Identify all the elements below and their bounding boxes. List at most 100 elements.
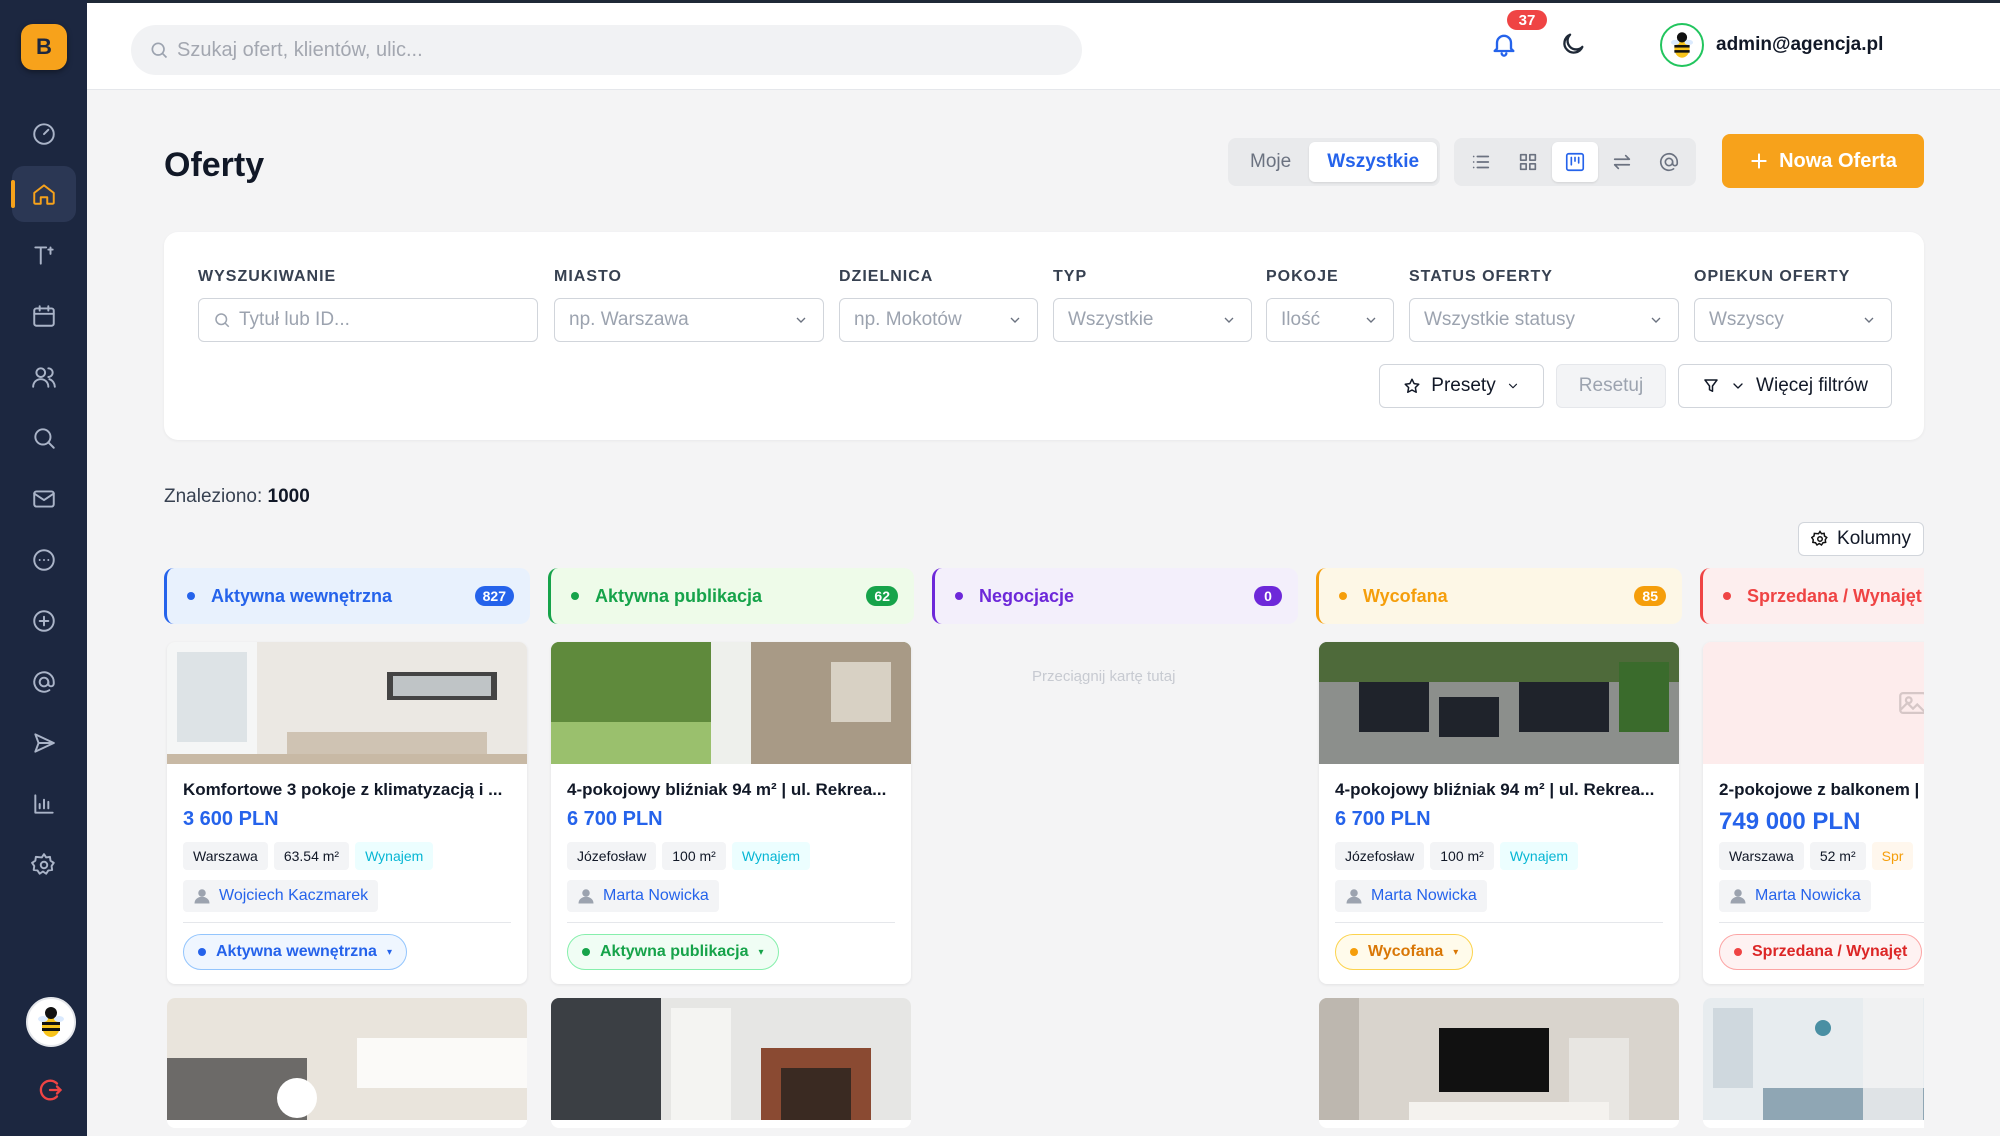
- column-title: Aktywna wewnętrzna: [211, 585, 393, 606]
- view-threads-button[interactable]: [1645, 142, 1692, 182]
- offer-status-dropdown[interactable]: Aktywna wewnętrzna ▾: [183, 934, 407, 970]
- status-dot: [187, 592, 195, 600]
- offer-card[interactable]: [167, 998, 527, 1128]
- status-dot: [955, 592, 963, 600]
- sidebar-item-search[interactable]: [12, 410, 76, 466]
- sidebar-item-offers[interactable]: [11, 166, 76, 222]
- filter-district-placeholder: np. Mokotów: [854, 309, 962, 330]
- user-avatar: [1660, 23, 1704, 67]
- view-compare-button[interactable]: [1598, 142, 1645, 182]
- offer-card[interactable]: [1319, 998, 1679, 1128]
- offer-title: 4-pokojowy bliźniak 94 m² | ul. Rekrea..…: [1335, 780, 1655, 799]
- star-icon: [1404, 378, 1420, 393]
- offer-card[interactable]: [1703, 998, 1924, 1128]
- offer-status-dropdown[interactable]: Sprzedana / Wynajęt: [1719, 934, 1923, 970]
- global-search-input[interactable]: [177, 38, 1057, 62]
- offer-type-tag: Wynajem: [731, 842, 811, 870]
- offer-card[interactable]: 4-pokojowy bliźniak 94 m² | ul. Rekrea..…: [1319, 642, 1679, 984]
- more-filters-button[interactable]: Więcej filtrów: [1678, 364, 1892, 408]
- offer-photo: [1319, 998, 1679, 1120]
- filter-rooms-label: POKOJE: [1266, 268, 1339, 285]
- sidebar-item-clients[interactable]: [12, 349, 76, 405]
- column-header-withdrawn[interactable]: Wycofana 85: [1316, 568, 1682, 624]
- offer-card[interactable]: Komfortowe 3 pokoje z klimatyzacją i ...…: [167, 642, 527, 984]
- filter-district-label: DZIELNICA: [839, 268, 934, 285]
- view-grid-button[interactable]: [1505, 142, 1552, 182]
- card-divider: [1335, 922, 1663, 923]
- view-list-button[interactable]: [1458, 142, 1505, 182]
- scope-all-button[interactable]: Wszystkie: [1309, 142, 1438, 182]
- filter-type-select[interactable]: Wszystkie: [1053, 298, 1252, 342]
- column-header-sold[interactable]: Sprzedana / Wynajęt: [1700, 568, 1924, 624]
- sidebar-item-settings[interactable]: [12, 837, 76, 893]
- filter-district-select[interactable]: np. Mokotów: [839, 298, 1038, 342]
- offer-agent[interactable]: Marta Nowicka: [1719, 880, 1871, 912]
- offer-status-dropdown[interactable]: Wycofana ▾: [1335, 934, 1474, 970]
- sidebar-item-typography[interactable]: [12, 227, 76, 283]
- column-title: Aktywna publikacja: [595, 585, 763, 606]
- search-icon: [151, 42, 168, 59]
- offer-agent-name: Marta Nowicka: [603, 887, 709, 904]
- column-header-active-publication[interactable]: Aktywna publikacja 62: [548, 568, 914, 624]
- offer-area-tag: 63.54 m²: [273, 842, 350, 870]
- card-divider: [567, 922, 895, 923]
- calendar-icon: [33, 305, 55, 327]
- sidebar-item-chat[interactable]: [12, 532, 76, 588]
- filter-city-select[interactable]: np. Warszawa: [554, 298, 824, 342]
- logout-icon: [39, 1079, 63, 1101]
- offer-photo: [167, 642, 527, 764]
- offer-agent[interactable]: Wojciech Kaczmarek: [183, 880, 379, 912]
- offer-card[interactable]: 4-pokojowy bliźniak 94 m² | ul. Rekrea..…: [551, 642, 911, 984]
- column-count-badge: 85: [1634, 586, 1666, 606]
- filter-rooms-select[interactable]: Ilość: [1266, 298, 1394, 342]
- offer-status-dropdown[interactable]: Aktywna publikacja ▾: [567, 934, 779, 970]
- filter-status-select[interactable]: Wszystkie statusy: [1409, 298, 1679, 342]
- global-search[interactable]: [131, 25, 1082, 75]
- new-offer-button[interactable]: Nowa Oferta: [1722, 134, 1924, 188]
- app-logo[interactable]: B: [21, 24, 67, 70]
- offer-status-label: Aktywna publikacja: [600, 943, 749, 960]
- filter-icon: [1704, 379, 1718, 392]
- offer-title: Komfortowe 3 pokoje z klimatyzacją i ...: [183, 780, 503, 799]
- presets-button[interactable]: Presety: [1379, 364, 1544, 408]
- sidebar-item-calendar[interactable]: [12, 288, 76, 344]
- sidebar-item-threads[interactable]: [12, 654, 76, 710]
- column-title: Wycofana: [1363, 585, 1448, 606]
- chevron-down-icon: [1733, 383, 1743, 389]
- chevron-down-icon: [1508, 383, 1517, 389]
- card-divider: [1719, 922, 1924, 923]
- column-count-badge: 62: [866, 586, 898, 606]
- grid-icon: [1520, 153, 1537, 171]
- sidebar-item-mail[interactable]: [12, 471, 76, 527]
- sidebar-item-add[interactable]: [12, 593, 76, 649]
- theme-toggle-button[interactable]: [1559, 30, 1591, 62]
- filter-search-input[interactable]: Tytuł lub ID...: [198, 298, 538, 342]
- status-dot: [582, 948, 590, 956]
- offer-card[interactable]: 2-pokojowe z balkonem | Wola 749 000 PLN…: [1703, 642, 1924, 984]
- reset-button[interactable]: Resetuj: [1556, 364, 1666, 408]
- columns-button[interactable]: Kolumny: [1798, 522, 1924, 556]
- offer-agent[interactable]: Marta Nowicka: [567, 880, 719, 912]
- user-icon: [194, 889, 210, 904]
- sidebar-item-dashboard[interactable]: [12, 105, 76, 161]
- offer-card[interactable]: [551, 998, 911, 1128]
- column-header-negotiations[interactable]: Negocjacje 0: [932, 568, 1298, 624]
- at-icon: [1659, 152, 1678, 172]
- filter-owner-value: Wszyscy: [1709, 309, 1784, 330]
- view-kanban-button[interactable]: [1551, 142, 1599, 182]
- offer-agent[interactable]: Marta Nowicka: [1335, 880, 1487, 912]
- user-menu[interactable]: admin@agencja.pl: [1660, 22, 1883, 68]
- filter-status-label: STATUS OFERTY: [1409, 268, 1553, 285]
- status-dot: [1734, 948, 1742, 956]
- scope-mine-button[interactable]: Moje: [1232, 142, 1309, 182]
- plus-icon: [1751, 153, 1767, 169]
- status-dot: [198, 948, 206, 956]
- notifications-button[interactable]: [1490, 30, 1522, 62]
- sidebar-item-send[interactable]: [12, 715, 76, 771]
- status-dot: [1350, 948, 1358, 956]
- sidebar-item-reports[interactable]: [12, 776, 76, 832]
- filter-owner-select[interactable]: Wszyscy: [1694, 298, 1892, 342]
- column-header-active-internal[interactable]: Aktywna wewnętrzna 827: [164, 568, 530, 624]
- logout-button[interactable]: [36, 1076, 66, 1106]
- sidebar-user-avatar[interactable]: [26, 997, 76, 1047]
